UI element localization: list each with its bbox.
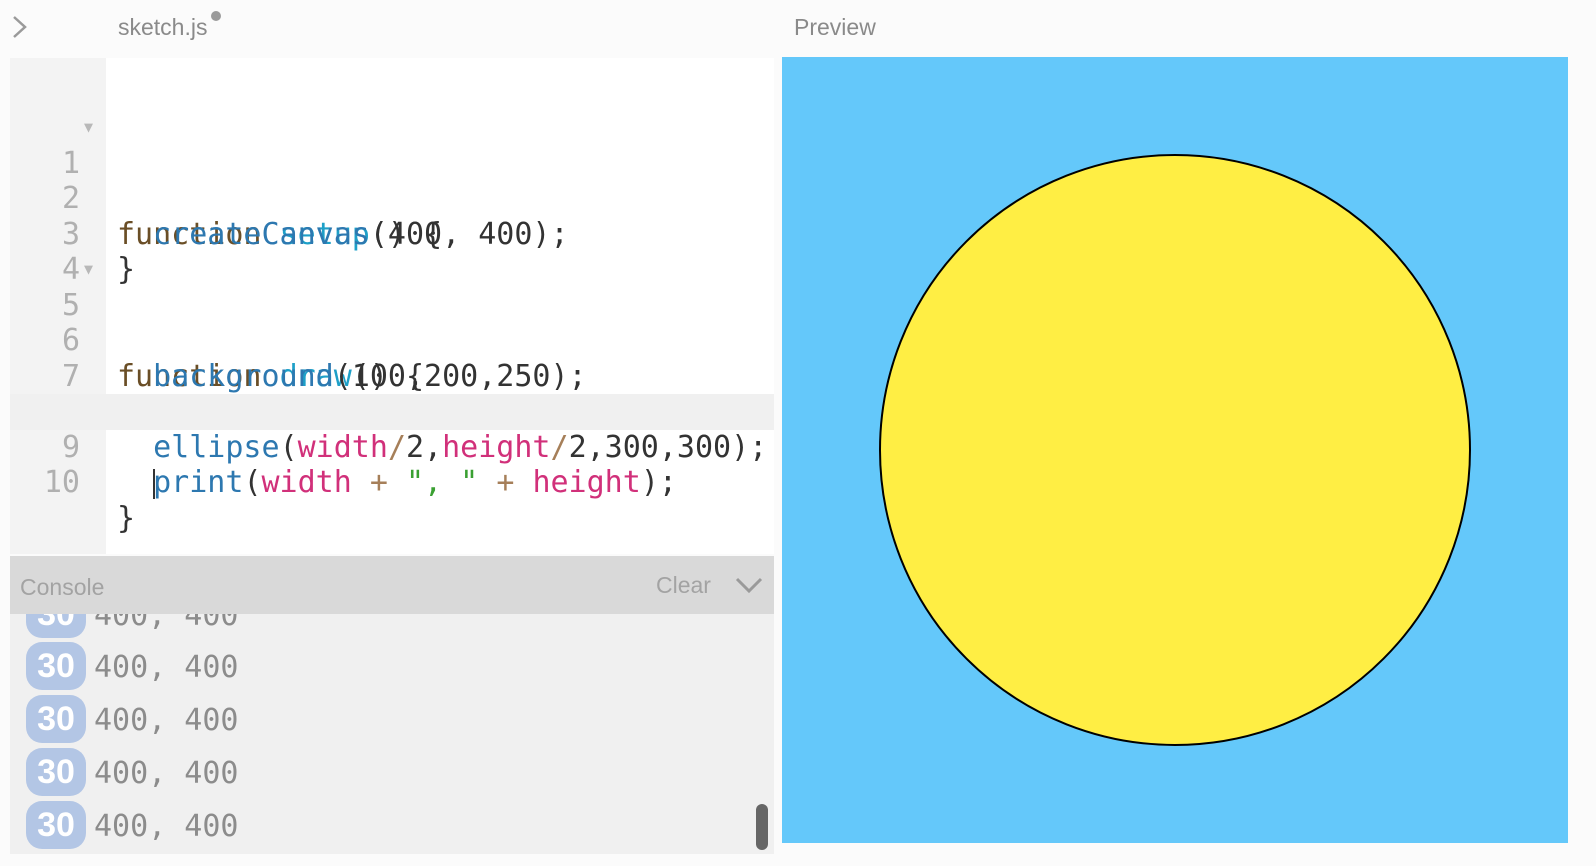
chevron-right-icon[interactable] [8, 12, 32, 42]
top-bar: sketch.js Preview [0, 0, 1596, 58]
code-line[interactable]: 2 createCanvas(400, 400); [10, 146, 774, 252]
chevron-down-icon[interactable] [734, 574, 764, 596]
code-editor[interactable]: 1 ▼ function setup() { 2 createCanvas(40… [10, 58, 774, 554]
console-message: 400, 400 [94, 650, 239, 685]
operator: + [496, 465, 515, 500]
console-message: 400, 400 [94, 809, 239, 844]
repeat-count-badge: 30 [26, 801, 86, 849]
code-line[interactable]: 3 } [10, 181, 774, 288]
string-literal: ", " [406, 465, 479, 500]
code-line[interactable]: 5 ▼ function draw() { [10, 252, 774, 394]
operator: + [369, 465, 388, 500]
console-message: 400, 400 [94, 756, 239, 791]
clear-console-button[interactable]: Clear [656, 572, 711, 599]
repeat-count-badge: 30 [26, 642, 86, 690]
code-line[interactable]: 1 ▼ function setup() { [10, 110, 774, 252]
yellow-circle [879, 154, 1471, 746]
unsaved-indicator [211, 11, 222, 21]
preview-canvas[interactable] [782, 57, 1568, 843]
builtin-print: print [153, 465, 244, 500]
console-header[interactable]: Console Clear [10, 556, 774, 614]
console-scrollbar[interactable] [756, 804, 768, 850]
code-line-active[interactable]: 9 print(width + ", " + height); [10, 394, 774, 500]
console-message: 400, 400 [94, 614, 239, 633]
console-output[interactable]: 30 400, 400 30 400, 400 30 400, 400 30 4… [10, 614, 774, 854]
console-title: Console [20, 574, 105, 600]
var-height: height [532, 465, 641, 500]
line-number: 10 [43, 465, 80, 500]
code-line[interactable]: 7 fill(255,240,40); [10, 323, 774, 430]
code-line[interactable]: 4 [10, 217, 774, 287]
file-name: sketch.js [118, 14, 208, 40]
code-line[interactable]: 10 } [10, 430, 774, 536]
console-message: 400, 400 [94, 703, 239, 738]
repeat-count-badge: 30 [26, 748, 86, 796]
repeat-count-badge: 30 [26, 614, 86, 638]
repeat-count-badge: 30 [26, 695, 86, 743]
code-text: } [117, 500, 136, 536]
sketch-output [879, 154, 1471, 746]
file-tab-sketch[interactable]: sketch.js [118, 11, 222, 41]
var-width: width [261, 465, 352, 500]
preview-label: Preview [794, 14, 876, 40]
code-lines[interactable]: 1 ▼ function setup() { 2 createCanvas(40… [10, 110, 774, 536]
fold-arrow-icon[interactable]: ▼ [84, 110, 93, 146]
code-line[interactable]: 8 ellipse(width/2,height/2,300,300); [10, 359, 774, 465]
code-line[interactable]: 6 background(100,200,250); [10, 288, 774, 394]
fold-arrow-icon[interactable]: ▼ [84, 252, 93, 288]
code-text: print(width + ", " + height); [153, 465, 677, 500]
